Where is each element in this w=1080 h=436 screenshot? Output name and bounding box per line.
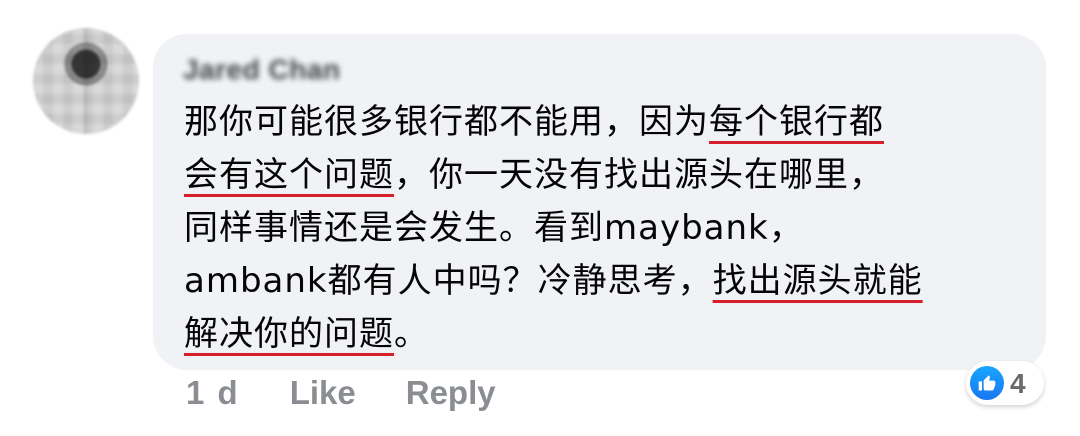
reply-button[interactable]: Reply [406, 374, 496, 412]
underlined-text-segment: 会有这个问题 [184, 155, 394, 195]
thumbs-up-icon [970, 366, 1004, 400]
reaction-count: 4 [1010, 367, 1026, 399]
underlined-text-segment: 每个银行都 [709, 102, 884, 142]
comment-line: ambank都有人中吗？冷静思考，找出源头就能 [184, 255, 1014, 308]
comment-text-segment: 同样事情还是会发生。看到maybank， [184, 208, 804, 248]
reaction-summary[interactable]: 4 [966, 361, 1044, 405]
comment-line: 那你可能很多银行都不能用，因为每个银行都 [184, 96, 1014, 149]
comment-text-segment: 。 [394, 314, 429, 354]
comment-actions: 1 d Like Reply [186, 374, 496, 412]
avatar[interactable] [33, 28, 139, 134]
comment-text-segment: ambank都有人中吗？冷静思考， [184, 261, 713, 301]
comment-timestamp[interactable]: 1 d [186, 374, 240, 412]
comment-item: Jared Chan 那你可能很多银行都不能用，因为每个银行都 会有这个问题，你一… [0, 0, 1080, 436]
author-name[interactable]: Jared Chan [183, 50, 341, 90]
like-button[interactable]: Like [290, 374, 356, 412]
comment-text-segment: 那你可能很多银行都不能用，因为 [184, 102, 709, 142]
comment-line: 解决你的问题。 [184, 308, 1014, 361]
comment-line: 会有这个问题，你一天没有找出源头在哪里， [184, 149, 1014, 202]
comment-text-segment: ，你一天没有找出源头在哪里， [394, 155, 884, 195]
comment-text: 那你可能很多银行都不能用，因为每个银行都 会有这个问题，你一天没有找出源头在哪里，… [184, 96, 1014, 361]
underlined-text-segment: 找出源头就能 [712, 261, 923, 301]
underlined-text-segment: 解决你的问题 [184, 314, 394, 354]
comment-line: 同样事情还是会发生。看到maybank， [184, 202, 1014, 255]
comment-bubble: Jared Chan 那你可能很多银行都不能用，因为每个银行都 会有这个问题，你一… [153, 34, 1046, 370]
